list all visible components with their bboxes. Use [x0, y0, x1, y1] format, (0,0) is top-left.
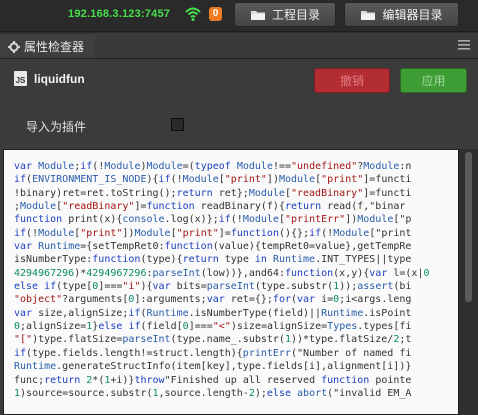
scrollbar-thumb[interactable]	[465, 152, 472, 302]
top-bar: 192.168.3.123:7457 0 工程目录 编辑器目录	[0, 0, 478, 32]
project-folder-label: 工程目录	[271, 8, 320, 22]
code-line: var Runtime={setTempRet0:function(value)…	[14, 241, 412, 253]
code-line: Runtime.generateStructInfo(item[key],typ…	[14, 361, 412, 373]
asset-header: JS liquidfun	[14, 71, 85, 86]
code-line: if(type.fields.length!=struct.length){pr…	[14, 347, 412, 359]
code-line: if(!Module["print"])Module["print"]=func…	[14, 227, 412, 239]
panel-menu-icon[interactable]	[458, 40, 470, 50]
gear-icon	[8, 40, 20, 53]
folder-icon	[250, 9, 266, 21]
folder-icon	[360, 9, 376, 21]
code-line: "object"?arguments[0]:arguments;var ret=…	[14, 294, 412, 306]
revert-button[interactable]: 撤销	[314, 68, 390, 93]
code-line: var size,alignSize;if(Runtime.isNumberTy…	[14, 307, 412, 319]
apply-button[interactable]: 应用	[400, 68, 467, 93]
code-line: if(ENVIRONMENT_IS_NODE){if(!Module["prin…	[14, 174, 412, 186]
code-line: 4294967296)*4294967296:parseInt(low))},a…	[14, 267, 430, 279]
wifi-icon	[185, 7, 201, 21]
code-line: func;return 2*(1+i)}throw"Finished up al…	[14, 374, 412, 386]
code-line: "[")type.flatSize=parseInt(type.name_.su…	[14, 334, 412, 346]
code-line: ;Module["readBinary"]=function readBinar…	[14, 201, 406, 213]
code-line: else if(type[0]==="i"){var bits=parseInt…	[14, 281, 412, 293]
js-file-icon: JS	[14, 71, 27, 86]
tab-inspector[interactable]: 属性检查器	[0, 35, 95, 58]
editor-folder-button[interactable]: 编辑器目录	[344, 2, 459, 27]
asset-name: liquidfun	[34, 71, 85, 86]
code-line: 0;alignSize=1}else if(field[0]==="<")siz…	[14, 321, 412, 333]
panel-header: 属性检查器	[0, 33, 478, 59]
code-content: var Module;if(!Module)Module=(typeof Mod…	[14, 160, 458, 414]
code-preview[interactable]: var Module;if(!Module)Module=(typeof Mod…	[3, 149, 459, 415]
editor-folder-label: 编辑器目录	[382, 8, 443, 22]
server-address[interactable]: 192.168.3.123:7457	[68, 8, 170, 20]
project-folder-button[interactable]: 工程目录	[234, 2, 336, 27]
import-as-plugin-checkbox[interactable]	[171, 118, 184, 131]
code-line: 1)source=source.substr(1,source.length-2…	[14, 387, 412, 399]
code-scrollbar[interactable]	[459, 149, 478, 415]
code-line: !binary)ret=ret.toString();return ret};M…	[14, 187, 412, 199]
notification-badge[interactable]: 0	[209, 7, 222, 21]
import-as-plugin-label: 导入为插件	[26, 120, 87, 134]
code-line: function print(x){console.log(x)};if(!Mo…	[14, 214, 412, 226]
tab-inspector-label: 属性检查器	[24, 40, 85, 54]
code-line: var Module;if(!Module)Module=(typeof Mod…	[14, 161, 412, 172]
code-line: isNumberType:function(type){return type …	[14, 254, 412, 266]
